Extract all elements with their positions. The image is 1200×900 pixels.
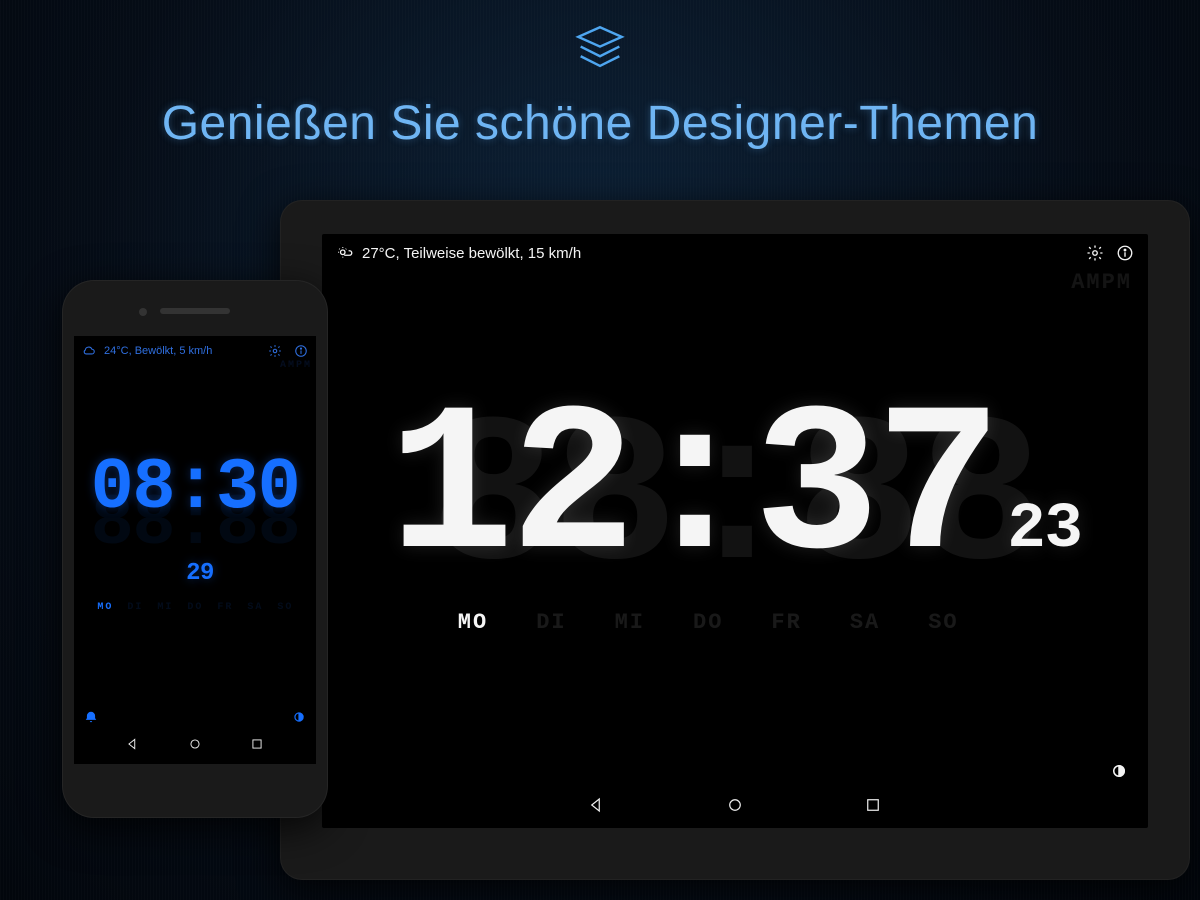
phone-device: 24°C, Bewölkt, 5 km/h <box>62 280 328 818</box>
phone-bottombar <box>74 704 316 728</box>
phone-statusbar: 24°C, Bewölkt, 5 km/h <box>74 336 316 360</box>
tablet-time-main: 12:37 <box>388 372 997 610</box>
nav-recent-icon[interactable] <box>250 737 264 756</box>
day-di: DI <box>536 610 566 635</box>
phone-clock[interactable]: 88:88 AMPM 08:3029 MO DI MI DO FR SA SO <box>74 360 316 704</box>
alarm-icon[interactable] <box>84 710 98 724</box>
tablet-weather-text: 27°C, Teilweise bewölkt, 15 km/h <box>362 245 581 262</box>
tablet-days: MO DI MI DO FR SA SO <box>350 610 1120 635</box>
phone-time-main: 08:30 <box>91 447 300 529</box>
day-fr: FR <box>217 602 233 613</box>
nav-back-icon[interactable] <box>588 796 606 819</box>
ampm-label: AMPM <box>280 360 312 371</box>
nav-home-icon[interactable] <box>726 796 744 819</box>
day-sa: SA <box>850 610 880 635</box>
phone-weather-text: 24°C, Bewölkt, 5 km/h <box>104 345 212 357</box>
day-mi: MI <box>157 602 173 613</box>
info-icon[interactable] <box>294 344 308 358</box>
day-mi: MI <box>615 610 645 635</box>
day-sa: SA <box>247 602 263 613</box>
day-di: DI <box>127 602 143 613</box>
settings-icon[interactable] <box>1086 244 1104 262</box>
settings-icon[interactable] <box>268 344 282 358</box>
nav-recent-icon[interactable] <box>864 796 882 819</box>
day-fr: FR <box>771 610 801 635</box>
tablet-seconds: 23 <box>1007 498 1081 562</box>
info-icon[interactable] <box>1116 244 1134 262</box>
cloud-icon <box>82 344 96 358</box>
tablet-device: 27°C, Teilweise bewölkt, 15 km/h <box>280 200 1190 880</box>
phone-time: 08:3029 <box>84 452 306 596</box>
day-so: SO <box>928 610 958 635</box>
tablet-bottombar <box>322 754 1148 786</box>
weather-icon <box>336 244 354 262</box>
tablet-statusbar: 27°C, Teilweise bewölkt, 15 km/h <box>322 234 1148 266</box>
hero-headline: Genießen Sie schöne Designer-Themen <box>0 96 1200 151</box>
tablet-clock[interactable]: 88:88 AMPM 12:3723 MO DI MI DO FR SA SO <box>322 266 1148 754</box>
day-mo: MO <box>97 602 113 613</box>
nav-home-icon[interactable] <box>188 737 202 756</box>
day-so: SO <box>277 602 293 613</box>
tablet-screen: 27°C, Teilweise bewölkt, 15 km/h <box>322 234 1148 828</box>
phone-days: MO DI MI DO FR SA SO <box>84 602 306 613</box>
day-mo: MO <box>458 610 488 635</box>
tablet-time: 12:3723 <box>350 386 1120 596</box>
ampm-label: AMPM <box>1071 270 1132 295</box>
brightness-icon[interactable] <box>1110 762 1128 780</box>
day-do: DO <box>187 602 203 613</box>
tablet-android-nav <box>322 786 1148 828</box>
day-do: DO <box>693 610 723 635</box>
layers-icon <box>569 18 631 80</box>
nav-back-icon[interactable] <box>126 737 140 756</box>
phone-android-nav <box>74 728 316 764</box>
brightness-icon[interactable] <box>292 710 306 724</box>
phone-seconds: 29 <box>186 562 214 586</box>
phone-screen: 24°C, Bewölkt, 5 km/h <box>74 336 316 764</box>
